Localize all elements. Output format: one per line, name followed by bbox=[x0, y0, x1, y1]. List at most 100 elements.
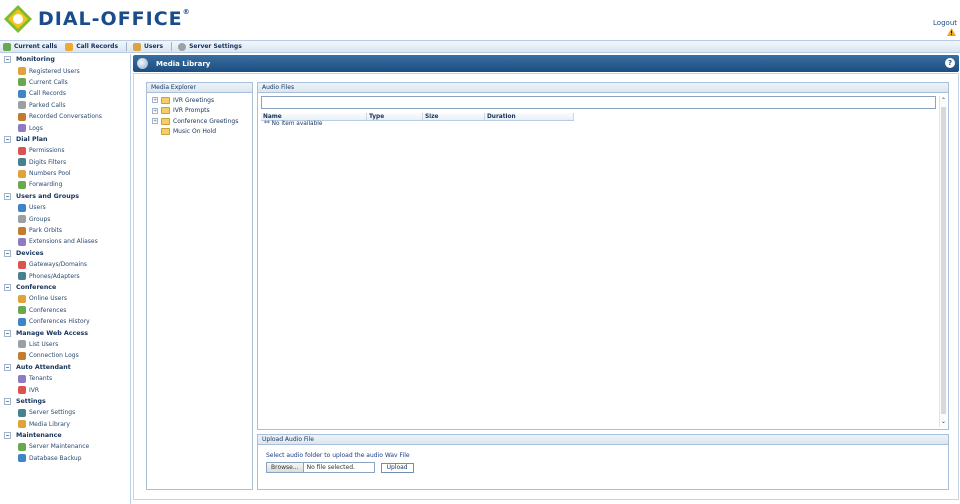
column-name[interactable]: Name bbox=[261, 113, 367, 120]
toolbar-users[interactable]: Users bbox=[133, 42, 163, 51]
folder-label: Conference Greetings bbox=[173, 117, 239, 125]
collapse-icon[interactable] bbox=[4, 397, 11, 405]
sidebar-item-label: Users bbox=[29, 204, 46, 212]
scroll-down-icon[interactable]: ⌄ bbox=[940, 418, 947, 426]
sidebar-item-icon bbox=[18, 351, 26, 360]
sidebar-item-icon bbox=[18, 340, 26, 349]
folder-label: IVR Greetings bbox=[173, 96, 215, 104]
sidebar-item-label: Tenants bbox=[29, 375, 53, 383]
sidebar-item[interactable]: Forwarding bbox=[0, 179, 130, 190]
sidebar-item-icon bbox=[18, 146, 26, 155]
folder-item[interactable]: + IVR Greetings bbox=[152, 95, 252, 106]
expand-icon[interactable]: + bbox=[152, 118, 158, 125]
folder-item[interactable]: + Conference Greetings bbox=[152, 116, 252, 127]
browse-button[interactable]: Browse... bbox=[266, 462, 304, 473]
sidebar-item-icon bbox=[18, 420, 26, 429]
scroll-thumb[interactable] bbox=[941, 107, 946, 414]
sidebar-item[interactable]: Connection Logs bbox=[0, 350, 130, 361]
sidebar-section[interactable]: Manage Web Access bbox=[0, 327, 130, 338]
sidebar-item[interactable]: Park Orbits bbox=[0, 225, 130, 236]
sidebar-section[interactable]: Auto Attendant bbox=[0, 362, 130, 373]
sidebar-item-label: Call Records bbox=[29, 90, 66, 98]
sidebar-section[interactable]: Settings bbox=[0, 396, 130, 407]
column-type[interactable]: Type bbox=[367, 113, 423, 120]
scrollbar[interactable]: ⌃ ⌄ bbox=[939, 96, 947, 427]
sidebar-item[interactable]: Numbers Pool bbox=[0, 168, 130, 179]
logo-text: DIAL-OFFICE® bbox=[38, 8, 191, 30]
toolbar-current-calls[interactable]: Current calls bbox=[3, 42, 57, 51]
sidebar-item[interactable]: Database Backup bbox=[0, 453, 130, 464]
expand-icon[interactable]: + bbox=[152, 97, 158, 104]
sidebar-section[interactable]: Dial Plan bbox=[0, 134, 130, 145]
folder-label: IVR Prompts bbox=[173, 107, 210, 115]
sidebar-item[interactable]: Groups bbox=[0, 213, 130, 224]
sidebar-item[interactable]: Current Calls bbox=[0, 77, 130, 88]
sidebar-item-icon bbox=[18, 237, 26, 246]
toolbar-server-settings[interactable]: Server Settings bbox=[178, 42, 242, 51]
sidebar-item[interactable]: Registered Users bbox=[0, 65, 130, 76]
sidebar-item[interactable]: Gateways/Domains bbox=[0, 259, 130, 270]
scroll-up-icon[interactable]: ⌃ bbox=[940, 97, 947, 105]
sidebar-item-icon bbox=[18, 408, 26, 417]
sidebar-item[interactable]: Tenants bbox=[0, 373, 130, 384]
logo: DIAL-OFFICE® bbox=[3, 4, 191, 34]
sidebar-item[interactable]: List Users bbox=[0, 339, 130, 350]
collapse-icon[interactable] bbox=[4, 192, 11, 200]
sidebar-item[interactable]: Server Maintenance bbox=[0, 441, 130, 452]
sidebar-item[interactable]: Online Users bbox=[0, 293, 130, 304]
collapse-icon[interactable] bbox=[4, 135, 11, 143]
sidebar-item-label: Permissions bbox=[29, 147, 65, 155]
toolbar-call-records[interactable]: Call Records bbox=[65, 42, 118, 51]
sidebar-item-label: Phones/Adapters bbox=[29, 272, 80, 280]
sidebar-item[interactable]: Permissions bbox=[0, 145, 130, 156]
help-icon[interactable]: ? bbox=[945, 58, 955, 68]
upload-button[interactable]: Upload bbox=[380, 462, 414, 473]
sidebar-section[interactable]: Devices bbox=[0, 248, 130, 259]
sidebar-item[interactable]: IVR bbox=[0, 384, 130, 395]
sidebar-section[interactable]: Maintenance bbox=[0, 430, 130, 441]
file-name-field[interactable]: No file selected. bbox=[303, 462, 375, 473]
sidebar-item[interactable]: Recorded Conversations bbox=[0, 111, 130, 122]
collapse-icon[interactable] bbox=[4, 284, 11, 291]
sidebar-item-icon bbox=[18, 454, 26, 463]
sidebar-item[interactable]: Call Records bbox=[0, 88, 130, 99]
logout-link[interactable]: Logout bbox=[933, 19, 957, 27]
sidebar-item[interactable]: Logs bbox=[0, 122, 130, 133]
sidebar-item[interactable]: Phones/Adapters bbox=[0, 270, 130, 281]
column-size[interactable]: Size bbox=[423, 113, 485, 120]
sidebar-section-title: Manage Web Access bbox=[16, 329, 89, 337]
collapse-icon[interactable] bbox=[4, 249, 11, 257]
sidebar-item[interactable]: Media Library bbox=[0, 419, 130, 430]
sidebar-section-title: Auto Attendant bbox=[16, 363, 71, 371]
folder-item[interactable]: Music On Hold bbox=[152, 127, 252, 138]
sidebar-item-label: Server Maintenance bbox=[29, 443, 90, 451]
sidebar-item[interactable]: Parked Calls bbox=[0, 100, 130, 111]
file-picker: Browse... No file selected. Upload bbox=[266, 462, 414, 473]
sidebar-section[interactable]: Users and Groups bbox=[0, 191, 130, 202]
sidebar-item[interactable]: Conferences bbox=[0, 305, 130, 316]
sidebar-item[interactable]: Server Settings bbox=[0, 407, 130, 418]
sidebar-item[interactable]: Users bbox=[0, 202, 130, 213]
sidebar-section[interactable]: Conference bbox=[0, 282, 130, 293]
sidebar-item[interactable]: Digits Filters bbox=[0, 157, 130, 168]
header: DIAL-OFFICE® Logout bbox=[0, 0, 960, 40]
audio-filter-input[interactable] bbox=[261, 96, 936, 109]
sidebar-section-title: Dial Plan bbox=[16, 135, 48, 143]
sidebar-item[interactable]: Conferences History bbox=[0, 316, 130, 327]
sidebar-item-icon bbox=[18, 306, 26, 315]
warning-icon[interactable] bbox=[947, 28, 956, 36]
collapse-icon[interactable] bbox=[4, 56, 11, 64]
sidebar: Monitoring Registered Users Current Calls C… bbox=[0, 54, 131, 504]
sidebar-section[interactable]: Monitoring bbox=[0, 54, 130, 65]
collapse-icon[interactable] bbox=[4, 329, 11, 337]
sidebar-item[interactable]: Extensions and Aliases bbox=[0, 236, 130, 247]
folder-item[interactable]: + IVR Prompts bbox=[152, 106, 252, 117]
collapse-icon[interactable] bbox=[4, 363, 11, 371]
collapse-icon[interactable] bbox=[4, 432, 11, 440]
audio-grid-header: Name Type Size Duration bbox=[261, 113, 574, 121]
sidebar-item-label: Online Users bbox=[29, 295, 68, 303]
sidebar-item-icon bbox=[18, 169, 26, 178]
sidebar-section-title: Settings bbox=[16, 397, 46, 405]
expand-icon[interactable]: + bbox=[152, 107, 158, 114]
column-duration[interactable]: Duration bbox=[485, 113, 574, 120]
